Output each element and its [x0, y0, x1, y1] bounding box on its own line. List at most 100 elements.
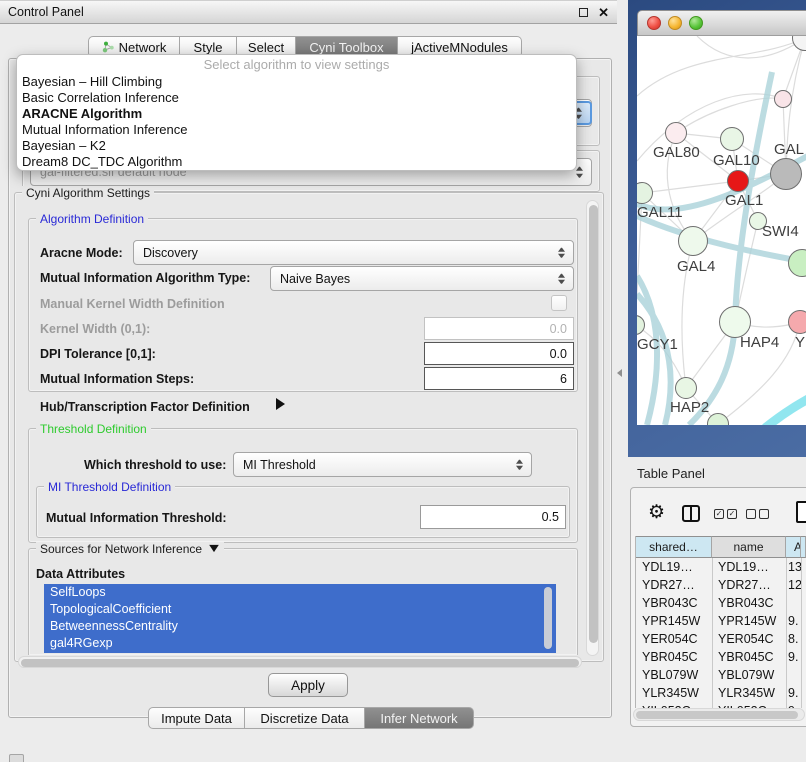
network-node[interactable]	[678, 226, 708, 256]
dropdown-item[interactable]: Bayesian – Hill Climbing	[17, 74, 576, 90]
network-icon	[102, 41, 115, 53]
tab-select-label: Select	[248, 40, 284, 55]
algorithm-definition-title: Algorithm Definition	[36, 212, 148, 226]
table-row[interactable]: YDR27…YDR27…12	[636, 576, 806, 594]
dropdown-item[interactable]: Mutual Information Inference	[17, 122, 576, 138]
network-node[interactable]	[675, 377, 697, 399]
network-window-titlebar[interactable]	[637, 10, 806, 36]
scrollbar-thumb[interactable]	[636, 711, 798, 719]
deselect-checkboxes-icon[interactable]	[746, 509, 769, 519]
hub-definition-label: Hub/Transcription Factor Definition	[40, 400, 250, 414]
network-node-label: HAP4	[740, 334, 779, 351]
which-threshold-value: MI Threshold	[243, 458, 316, 472]
split-pane-collapse-icon[interactable]	[617, 369, 622, 377]
zoom-traffic-light-icon[interactable]	[689, 16, 703, 30]
network-node[interactable]	[727, 170, 749, 192]
network-view[interactable]: GALGAL80GAL10GAL1GAL11GAL4SWI4GCY1HAP4YH…	[637, 36, 806, 425]
network-node[interactable]	[720, 127, 744, 151]
table-row[interactable]: YPR145WYPR145W9.	[636, 612, 806, 630]
mi-steps-field[interactable]: 6	[424, 367, 574, 390]
network-node[interactable]	[788, 249, 806, 277]
network-node-label: SWI4	[762, 223, 799, 240]
column-header-shared-name[interactable]: shared…	[636, 536, 712, 558]
select-all-checkboxes-icon[interactable]: ✓✓	[714, 509, 737, 519]
network-node[interactable]	[707, 413, 729, 425]
kernel-width-value: 0.0	[550, 322, 567, 336]
tab-infer-network[interactable]: Infer Network	[365, 707, 474, 729]
dropdown-item-selected[interactable]: ARACNE Algorithm	[17, 106, 576, 122]
table-row[interactable]: YBR045CYBR045C9.	[636, 648, 806, 666]
data-attributes-list[interactable]: SelfLoops TopologicalCoefficient Between…	[44, 584, 556, 653]
mi-threshold-field[interactable]: 0.5	[420, 505, 566, 529]
collapse-arrow-icon[interactable]	[210, 545, 220, 552]
dropdown-item[interactable]: Bayesian – K2	[17, 138, 576, 154]
tab-jactivemnodules-label: jActiveMNodules	[411, 40, 508, 55]
column-header-name[interactable]: name	[712, 536, 786, 558]
table-horizontal-scrollbar[interactable]	[633, 708, 805, 721]
apply-button[interactable]: Apply	[268, 673, 348, 697]
attribute-item-selected[interactable]: TopologicalCoefficient	[44, 601, 556, 618]
settings-gear-icon[interactable]: ⚙	[648, 503, 665, 522]
float-window-icon[interactable]	[579, 8, 588, 17]
dropdown-item[interactable]: Basic Correlation Inference	[17, 90, 576, 106]
network-node-label: GAL80	[653, 144, 700, 161]
list-scrollbar-thumb[interactable]	[544, 587, 552, 649]
aracne-mode-combobox[interactable]: Discovery	[133, 240, 574, 265]
network-node[interactable]	[792, 36, 806, 51]
network-node[interactable]	[637, 182, 653, 204]
mi-threshold-label: Mutual Information Threshold:	[46, 511, 227, 525]
attribute-item-selected[interactable]: SelfLoops	[44, 584, 556, 601]
network-node[interactable]	[774, 90, 792, 108]
tab-impute-data[interactable]: Impute Data	[148, 707, 245, 729]
attribute-item-selected[interactable]: BetweennessCentrality	[44, 618, 556, 635]
settings-horizontal-scrollbar[interactable]	[18, 656, 582, 668]
mi-algorithm-type-value: Naive Bayes	[280, 272, 350, 286]
combobox-spinner-icon	[576, 167, 583, 178]
dpi-tolerance-field[interactable]: 0.0	[424, 342, 574, 365]
network-node[interactable]	[770, 158, 802, 190]
aracne-mode-label: Aracne Mode:	[40, 246, 123, 260]
tab-impute-data-label: Impute Data	[161, 711, 232, 726]
network-node-label: HAP2	[670, 399, 709, 416]
attribute-item-selected[interactable]: gal4RGexp	[44, 635, 556, 652]
minimize-traffic-light-icon[interactable]	[668, 16, 682, 30]
column-divider	[712, 558, 713, 708]
threshold-definition-title: Threshold Definition	[36, 422, 151, 436]
table-rows: YDL19…YDL19…13 YDR27…YDR27…12 YBR043CYBR…	[636, 558, 806, 708]
algorithm-dropdown-popup: Select algorithm to view settings Bayesi…	[16, 54, 577, 171]
combobox-spinner-icon	[516, 459, 523, 470]
scrollbar-thumb[interactable]	[21, 659, 579, 667]
combobox-spinner-icon	[558, 247, 565, 258]
aracne-mode-value: Discovery	[143, 246, 198, 260]
kernel-width-label: Kernel Width (0,1):	[40, 322, 150, 336]
bottom-corner-icon[interactable]	[9, 754, 24, 762]
dropdown-item[interactable]: Dream8 DC_TDC Algorithm	[17, 154, 576, 170]
network-node[interactable]	[637, 315, 645, 335]
scrollbar-thumb[interactable]	[589, 205, 598, 643]
settings-vertical-scrollbar[interactable]	[586, 200, 599, 656]
tab-style-label: Style	[194, 40, 223, 55]
network-node[interactable]	[665, 122, 687, 144]
column-header-clipped[interactable]: A	[786, 536, 801, 558]
which-threshold-combobox[interactable]: MI Threshold	[233, 452, 532, 477]
close-icon[interactable]: ✕	[598, 6, 609, 19]
network-node[interactable]	[788, 310, 806, 334]
close-traffic-light-icon[interactable]	[647, 16, 661, 30]
document-icon[interactable]	[796, 501, 806, 523]
kernel-width-field[interactable]: 0.0	[424, 317, 574, 340]
expand-arrow-icon[interactable]	[276, 398, 285, 410]
mi-algorithm-type-combobox[interactable]: Naive Bayes	[270, 266, 574, 291]
column-layout-icon[interactable]	[682, 505, 700, 522]
bottom-tabbar: Impute Data Discretize Data Infer Networ…	[148, 707, 474, 729]
tab-discretize-data[interactable]: Discretize Data	[245, 707, 365, 729]
table-row[interactable]: YER054CYER054C8.	[636, 630, 806, 648]
table-row[interactable]: YBL079WYBL079W	[636, 666, 806, 684]
column-header-sliver[interactable]	[801, 536, 806, 558]
data-attributes-label: Data Attributes	[36, 567, 125, 581]
table-row[interactable]: YDL19…YDL19…13	[636, 558, 806, 576]
dpi-tolerance-value: 0.0	[550, 347, 567, 361]
table-row[interactable]: YBR043CYBR043C	[636, 594, 806, 612]
manual-kernel-width-checkbox[interactable]	[551, 295, 567, 311]
screen: Control Panel ✕ Network Style Select Cyn…	[0, 0, 806, 762]
table-row[interactable]: YLR345WYLR345W9.	[636, 684, 806, 702]
